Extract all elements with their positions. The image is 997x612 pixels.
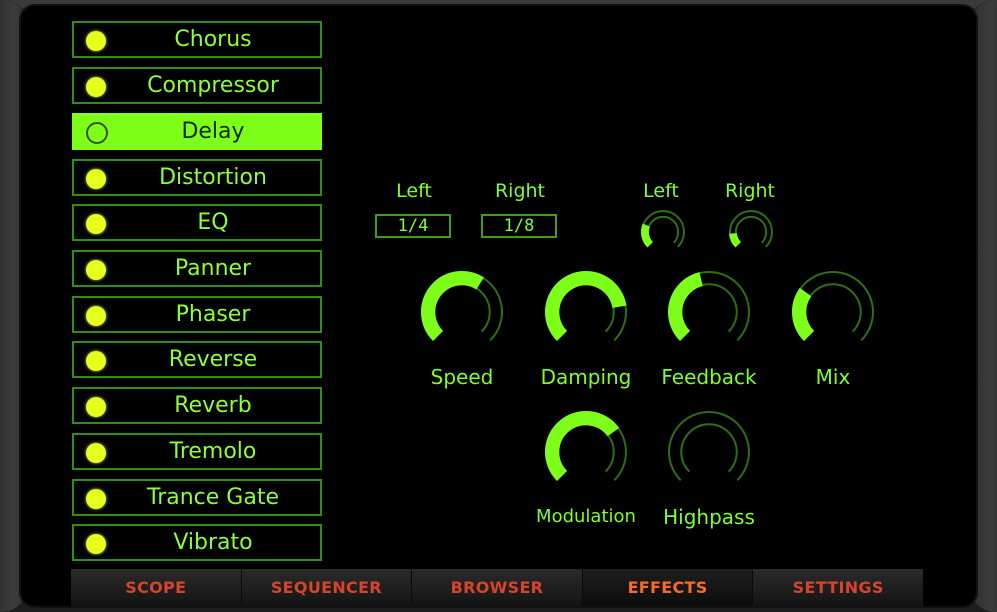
effect-item-tremolo[interactable]: Tremolo bbox=[72, 433, 322, 470]
device-screen: Chorus Compressor Delay Distortion EQ Pa… bbox=[21, 6, 976, 606]
effect-item-reverse[interactable]: Reverse bbox=[72, 341, 322, 378]
knob-arc-icon bbox=[421, 271, 503, 341]
feedback-label: Feedback bbox=[661, 365, 757, 389]
led-indicator-icon bbox=[86, 169, 106, 189]
led-indicator-icon bbox=[86, 351, 106, 371]
pan-right-label: Right bbox=[724, 180, 776, 202]
effect-label: Chorus bbox=[174, 27, 252, 52]
led-indicator-icon bbox=[86, 122, 108, 144]
effect-item-phaser[interactable]: Phaser bbox=[72, 296, 322, 333]
effect-label: Panner bbox=[174, 256, 252, 281]
knob-value-arc bbox=[729, 232, 742, 248]
tab-settings[interactable]: SETTINGS bbox=[753, 569, 923, 606]
knob-arc-icon bbox=[792, 271, 874, 341]
effect-item-chorus[interactable]: Chorus bbox=[72, 21, 322, 58]
modulation-knob[interactable] bbox=[544, 410, 628, 494]
effect-item-compressor[interactable]: Compressor bbox=[72, 67, 322, 104]
effect-item-reverb[interactable]: Reverb bbox=[72, 387, 322, 424]
speed-knob[interactable] bbox=[420, 270, 504, 354]
effect-item-trance-gate[interactable]: Trance Gate bbox=[72, 479, 322, 516]
effect-label: Reverse bbox=[168, 347, 258, 372]
effect-label: Compressor bbox=[147, 73, 279, 98]
effect-label: Reverb bbox=[174, 393, 252, 418]
knob-arc-icon bbox=[545, 271, 627, 341]
knob-value-arc bbox=[641, 223, 654, 248]
highpass-knob[interactable] bbox=[667, 410, 751, 494]
highpass-label: Highpass bbox=[663, 505, 755, 529]
effect-label: Vibrato bbox=[173, 530, 253, 555]
knob-value-arc bbox=[668, 272, 704, 341]
knob-arc-icon bbox=[729, 210, 773, 248]
knob-value-arc bbox=[792, 287, 815, 341]
tab-effects[interactable]: EFFECTS bbox=[582, 569, 754, 606]
effect-label: EQ bbox=[197, 210, 229, 235]
feedback-knob[interactable] bbox=[667, 270, 751, 354]
effect-label: Distortion bbox=[159, 165, 267, 190]
pan-left-label: Left bbox=[643, 180, 679, 202]
pan-left-knob[interactable] bbox=[640, 209, 686, 255]
led-indicator-icon bbox=[86, 306, 106, 326]
knob-arc-icon bbox=[668, 411, 750, 481]
rate-left-value-field[interactable]: 1/4 bbox=[375, 214, 451, 238]
knob-value-arc bbox=[545, 411, 620, 481]
tab-browser[interactable]: BROWSER bbox=[412, 569, 583, 606]
effect-label: Phaser bbox=[175, 302, 251, 327]
effect-item-eq[interactable]: EQ bbox=[72, 204, 322, 241]
led-indicator-icon bbox=[86, 397, 106, 417]
effect-label: Trance Gate bbox=[147, 485, 279, 510]
modulation-label: Modulation bbox=[536, 506, 636, 527]
led-indicator-icon bbox=[86, 214, 106, 234]
led-indicator-icon bbox=[86, 31, 106, 51]
damping-knob[interactable] bbox=[544, 270, 628, 354]
effect-label: Delay bbox=[181, 119, 245, 144]
knob-arc-icon bbox=[668, 271, 750, 341]
pan-right-knob[interactable] bbox=[728, 209, 774, 255]
tab-sequencer[interactable]: SEQUENCER bbox=[241, 569, 413, 606]
tab-scope[interactable]: SCOPE bbox=[71, 569, 242, 606]
rate-right-label: Right bbox=[494, 180, 546, 202]
main-tab-bar: SCOPE SEQUENCER BROWSER EFFECTS SETTINGS bbox=[71, 569, 923, 606]
led-indicator-icon bbox=[86, 260, 106, 280]
led-indicator-icon bbox=[86, 443, 106, 463]
mix-label: Mix bbox=[815, 365, 851, 389]
effect-item-vibrato[interactable]: Vibrato bbox=[72, 524, 322, 561]
led-indicator-icon bbox=[86, 489, 106, 509]
knob-arc-icon bbox=[545, 411, 627, 481]
led-indicator-icon bbox=[86, 534, 106, 554]
rate-left-label: Left bbox=[396, 180, 432, 202]
led-indicator-icon bbox=[86, 77, 106, 97]
effect-item-delay[interactable]: Delay bbox=[72, 113, 322, 150]
knob-value-arc bbox=[421, 271, 484, 341]
effect-label: Tremolo bbox=[169, 439, 257, 464]
speed-label: Speed bbox=[430, 365, 494, 389]
mix-knob[interactable] bbox=[791, 270, 875, 354]
damping-label: Damping bbox=[540, 365, 632, 389]
rate-right-value-field[interactable]: 1/8 bbox=[481, 214, 557, 238]
knob-arc-icon bbox=[641, 210, 685, 248]
effect-item-distortion[interactable]: Distortion bbox=[72, 159, 322, 196]
effect-item-panner[interactable]: Panner bbox=[72, 250, 322, 287]
